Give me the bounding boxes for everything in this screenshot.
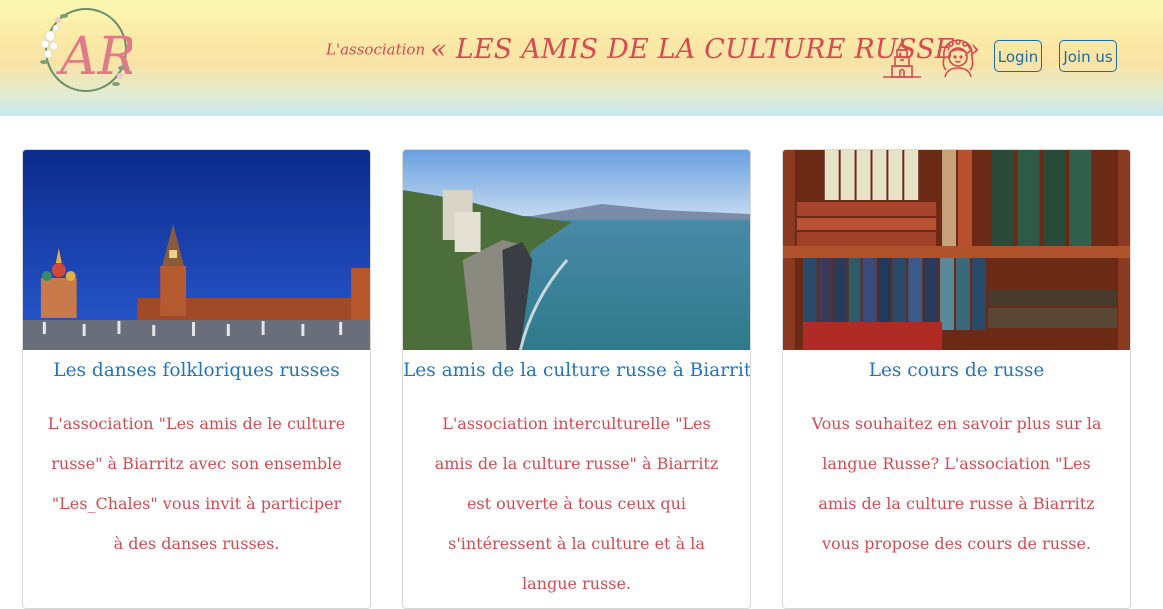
- card-text: Vous souhaitez en savoir plus sur la lan…: [811, 414, 1102, 553]
- card-russian-courses[interactable]: Les cours de russe Vous souhaitez en sav…: [782, 149, 1131, 609]
- card-title[interactable]: Les danses folkloriques russes: [23, 350, 370, 383]
- card-text: L'association interculturelle "Les amis …: [434, 414, 719, 593]
- join-us-button[interactable]: Join us: [1059, 40, 1117, 72]
- logo-letters: AR: [56, 27, 132, 87]
- red-square-photo: [23, 150, 370, 350]
- card-folk-dances[interactable]: Les danses folkloriques russes L'associa…: [22, 149, 371, 609]
- card-title[interactable]: Les cours de russe: [783, 350, 1130, 383]
- kremlin-tower-icon[interactable]: [880, 36, 924, 80]
- title-prefix: L'association: [326, 40, 426, 59]
- card-text: L'association "Les amis de le culture ru…: [47, 414, 346, 553]
- login-button[interactable]: Login: [994, 40, 1042, 72]
- girl-in-headscarf-icon[interactable]: [937, 36, 979, 78]
- association-logo[interactable]: AR: [36, 6, 132, 94]
- biarritz-coast-photo: [403, 150, 750, 350]
- site-header: AR L'association « LES AMIS DE LA CULTUR…: [0, 0, 1163, 116]
- bookshelf-photo: [783, 150, 1130, 350]
- card-biarritz[interactable]: Les amis de la culture russe à Biarritz …: [402, 149, 751, 609]
- card-title[interactable]: Les amis de la culture russe à Biarritz: [403, 350, 750, 383]
